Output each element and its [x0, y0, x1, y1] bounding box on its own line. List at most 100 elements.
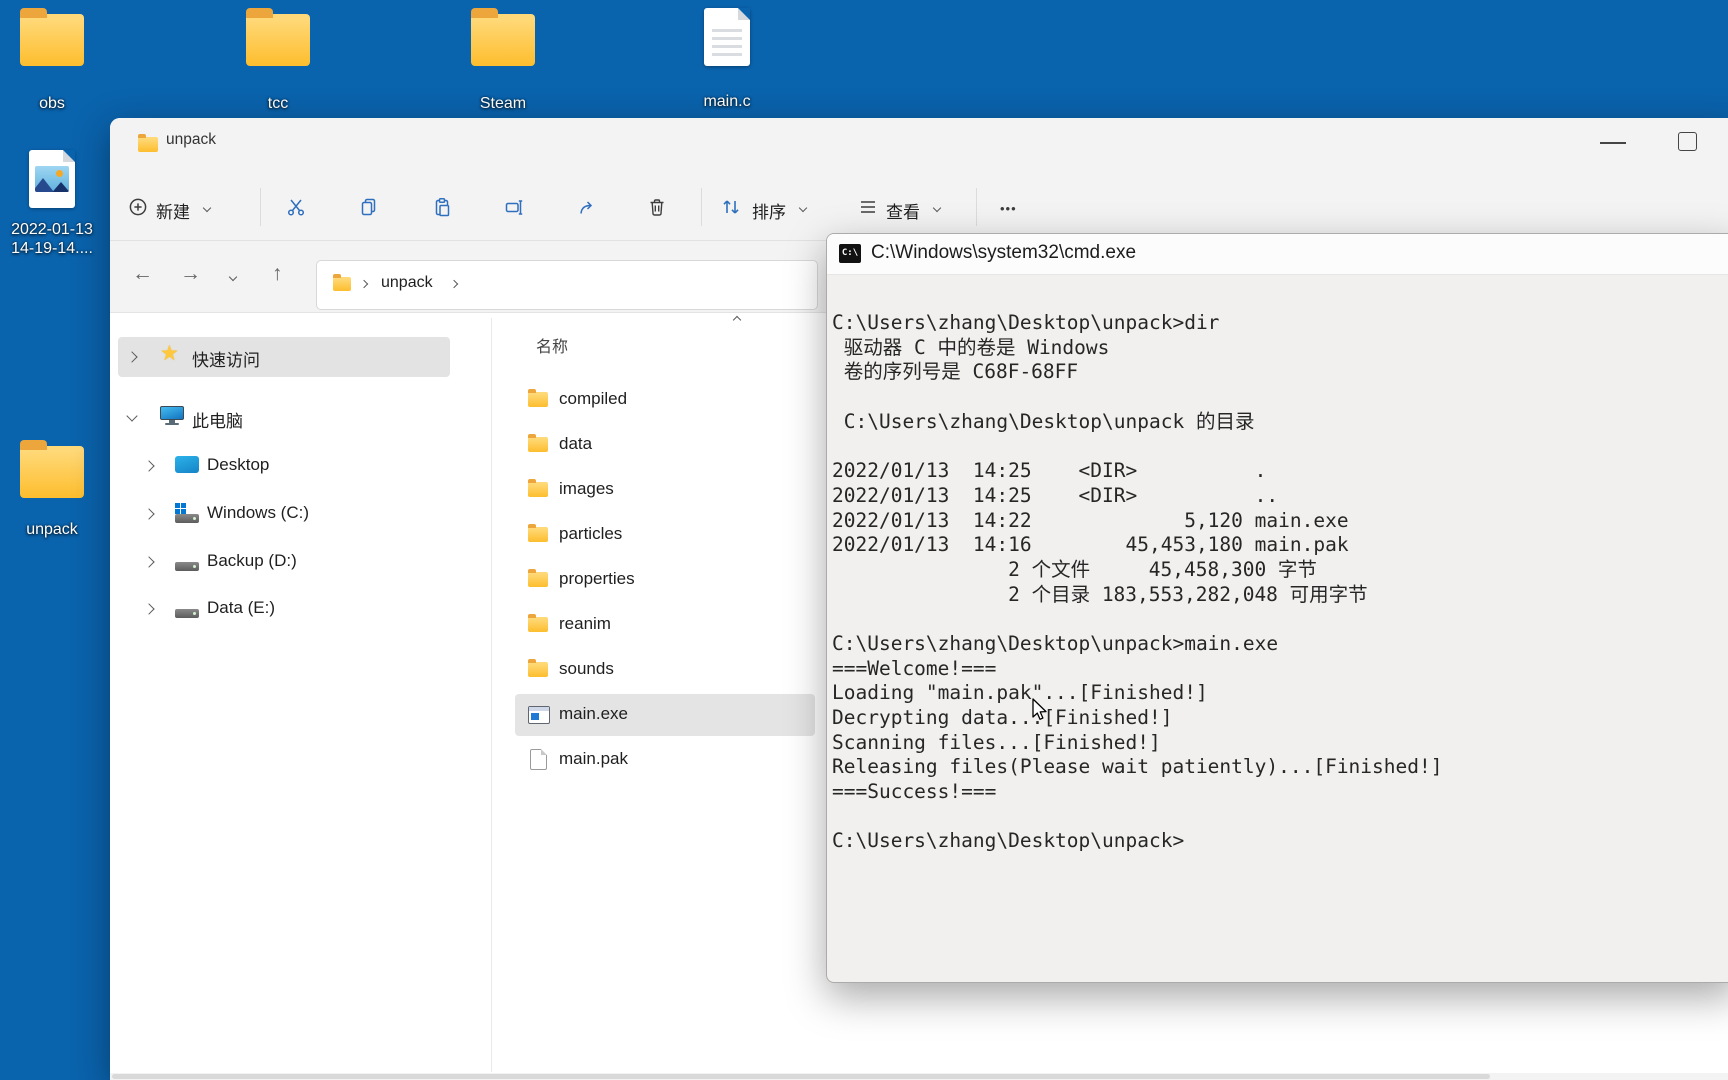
file-row-properties[interactable]: properties [515, 559, 815, 601]
sidebar-item-windows-c[interactable]: Windows (C:) [110, 494, 490, 534]
cmd-line: 2 个文件 45,458,300 字节 [832, 557, 1317, 581]
sort-ascending-icon[interactable] [732, 315, 742, 325]
name-column-header[interactable]: 名称 [536, 333, 568, 357]
navigation-pane: ★ 快速访问 此电脑 Desktop Windows (C:) Backup (… [110, 313, 491, 1080]
cmd-titlebar[interactable]: C:\ C:\Windows\system32\cmd.exe [827, 234, 1728, 275]
folder-icon [246, 8, 310, 66]
sidebar-item-desktop[interactable]: Desktop [110, 446, 490, 486]
sort-chevron-icon[interactable] [798, 203, 808, 213]
cmd-line: 2 个目录 183,553,282,048 可用字节 [832, 582, 1368, 606]
folder-icon [528, 569, 548, 587]
toolbar-divider [976, 188, 977, 226]
folder-icon [528, 659, 548, 677]
address-bar[interactable]: unpack [316, 260, 818, 310]
view-icon[interactable] [858, 197, 878, 217]
cmd-output[interactable]: C:\Users\zhang\Desktop\unpack>dir 驱动器 C … [827, 275, 1728, 982]
desktop-icon-label: tcc [267, 95, 289, 112]
file-row-compiled[interactable]: compiled [515, 379, 815, 421]
new-button[interactable]: 新建 [156, 198, 190, 223]
new-chevron-icon[interactable] [202, 203, 212, 213]
copy-icon[interactable] [359, 197, 379, 217]
file-name: particles [559, 524, 623, 543]
desktop-icon-label: Steam [479, 95, 527, 112]
breadcrumb-folder-icon [333, 274, 351, 291]
desktop-icon-screenshot[interactable]: 2022-01-13 14-19-14.... [2, 150, 102, 258]
scrollbar-thumb[interactable] [112, 1074, 1490, 1079]
sidebar-item-this-pc[interactable]: 此电脑 [110, 398, 490, 438]
executable-icon [528, 706, 550, 724]
expand-chevron-icon[interactable] [143, 508, 155, 520]
pane-divider[interactable] [491, 318, 492, 1072]
cmd-line: 2022/01/13 14:22 5,120 main.exe [832, 508, 1349, 532]
view-chevron-icon[interactable] [932, 203, 942, 213]
star-icon: ★ [160, 342, 179, 365]
desktop-icon-unpack[interactable]: unpack [2, 440, 102, 539]
cmd-line: ===Welcome!=== [832, 656, 997, 680]
file-list-pane: 名称 compiled data images particles proper… [512, 313, 832, 1072]
file-row-sounds[interactable]: sounds [515, 649, 815, 691]
history-chevron-icon[interactable] [228, 272, 238, 282]
desktop-icon-label: unpack [26, 521, 78, 538]
file-name: reanim [559, 614, 611, 633]
desktop-icon-main-c[interactable]: main.c [677, 8, 777, 111]
sidebar-item-label: Data (E:) [207, 598, 276, 617]
windows-drive-icon [175, 503, 199, 523]
cmd-icon: C:\ [839, 244, 861, 263]
sidebar-item-label: Desktop [207, 455, 270, 474]
new-icon[interactable] [128, 197, 148, 217]
cut-icon[interactable] [286, 197, 306, 217]
share-icon[interactable] [577, 197, 597, 217]
file-row-main-pak[interactable]: main.pak [515, 739, 815, 781]
sidebar-item-data-e[interactable]: Data (E:) [110, 589, 490, 629]
desktop-icon-obs[interactable]: obs [2, 8, 102, 113]
cmd-line: C:\Users\zhang\Desktop\unpack>dir [832, 311, 1220, 334]
file-name: main.pak [559, 749, 628, 768]
file-row-particles[interactable]: particles [515, 514, 815, 556]
desktop-icon-label: obs [39, 95, 65, 112]
expand-chevron-icon[interactable] [143, 603, 155, 615]
delete-icon[interactable] [647, 197, 667, 217]
cmd-line: ===Success!=== [832, 780, 997, 804]
drive-icon [175, 598, 199, 618]
minimize-button[interactable] [1600, 142, 1626, 144]
rename-icon[interactable] [504, 197, 524, 217]
file-name: main.exe [559, 704, 628, 723]
collapse-chevron-icon[interactable] [126, 410, 138, 422]
file-icon [530, 749, 547, 770]
back-icon[interactable]: ← [132, 262, 153, 286]
sidebar-item-quick-access[interactable]: ★ 快速访问 [110, 337, 490, 377]
file-row-data[interactable]: data [515, 424, 815, 466]
folder-icon [528, 524, 548, 542]
breadcrumb-item[interactable]: unpack [381, 274, 433, 292]
up-icon[interactable]: ↑ [272, 262, 283, 286]
expand-chevron-icon[interactable] [143, 556, 155, 568]
desktop-icon-steam[interactable]: Steam [453, 8, 553, 113]
breadcrumb-chevron-icon[interactable] [449, 279, 459, 289]
cmd-line: C:\Users\zhang\Desktop\unpack>main.exe [832, 631, 1279, 655]
file-name: data [559, 434, 593, 453]
folder-icon [528, 389, 548, 407]
file-row-main-exe[interactable]: main.exe [515, 694, 815, 736]
folder-icon [471, 8, 535, 66]
sort-icon[interactable] [720, 197, 740, 217]
breadcrumb-chevron-icon[interactable] [359, 279, 369, 289]
cmd-line [832, 805, 1728, 830]
more-options-button[interactable]: ••• [1000, 201, 1017, 216]
desktop-icon-tcc[interactable]: tcc [228, 8, 328, 113]
file-row-reanim[interactable]: reanim [515, 604, 815, 646]
cmd-title: C:\Windows\system32\cmd.exe [871, 242, 1137, 263]
sort-button[interactable]: 排序 [752, 198, 786, 223]
paste-icon[interactable] [432, 197, 452, 217]
cmd-line: 驱动器 C 中的卷是 Windows [832, 335, 1110, 359]
maximize-button[interactable] [1678, 132, 1697, 151]
file-row-images[interactable]: images [515, 469, 815, 511]
toolbar-divider [260, 188, 261, 226]
view-button[interactable]: 查看 [886, 198, 920, 223]
horizontal-scrollbar[interactable] [110, 1073, 1728, 1080]
sidebar-item-backup-d[interactable]: Backup (D:) [110, 542, 490, 582]
cmd-window: C:\ C:\Windows\system32\cmd.exe C:\Users… [826, 233, 1728, 983]
desktop: obs tcc Steam main.c 2022-01-13 14-19-14… [0, 0, 1728, 1080]
forward-icon[interactable]: → [180, 262, 201, 286]
expand-chevron-icon[interactable] [143, 460, 155, 472]
sidebar-item-label: Windows (C:) [207, 503, 310, 522]
